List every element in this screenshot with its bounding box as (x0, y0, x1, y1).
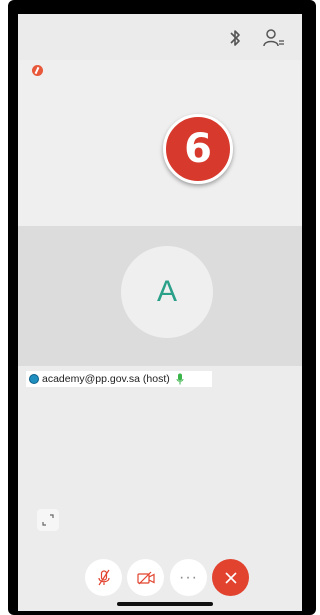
content-area (18, 60, 302, 226)
bluetooth-icon[interactable] (225, 27, 245, 49)
more-options-button[interactable]: ··· (170, 559, 207, 596)
participant-name: academy@pp.gov.sa (host) (42, 373, 170, 385)
connection-status-icon (29, 374, 39, 384)
top-bar (18, 14, 302, 60)
mic-active-icon (176, 373, 184, 385)
expand-icon[interactable] (37, 509, 59, 531)
avatar: A (121, 246, 213, 338)
mute-button[interactable] (85, 559, 122, 596)
close-icon (224, 571, 237, 584)
step-badge: 6 (163, 114, 233, 184)
muted-mic-icon (97, 569, 110, 585)
call-controls: ··· (18, 559, 302, 599)
end-call-button[interactable] (212, 559, 249, 596)
home-indicator[interactable] (117, 602, 213, 606)
video-off-icon (136, 571, 155, 584)
participant-name-label: academy@pp.gov.sa (host) (26, 371, 212, 387)
meeting-screen: 6 A academy@pp.gov.sa (host) ··· (18, 14, 302, 611)
participant-video-tile[interactable]: A (18, 226, 302, 366)
participants-icon[interactable] (262, 26, 286, 50)
recording-icon (32, 65, 43, 76)
video-toggle-button[interactable] (127, 559, 164, 596)
